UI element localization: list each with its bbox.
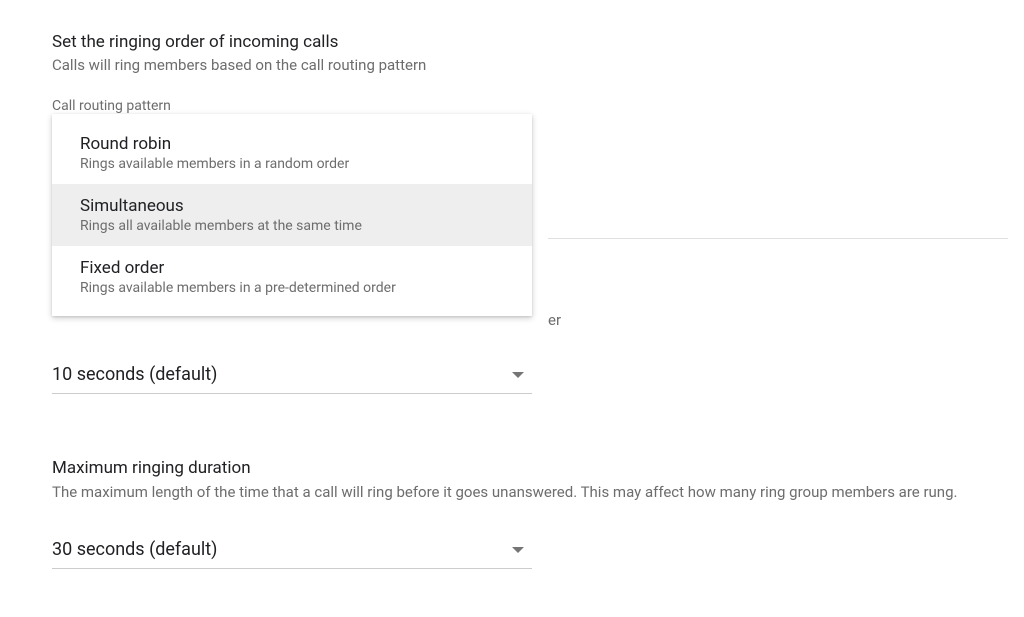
routing-option-simultaneous[interactable]: Simultaneous Rings all available members…	[52, 184, 532, 246]
call-routing-pattern-dropdown[interactable]: Round robin Rings available members in a…	[52, 114, 532, 324]
option-desc: Rings available members in a random orde…	[80, 156, 504, 172]
option-title: Simultaneous	[80, 196, 504, 216]
routing-option-fixed-order[interactable]: Fixed order Rings available members in a…	[52, 246, 532, 308]
max-ringing-duration-desc: The maximum length of the time that a ca…	[52, 482, 972, 503]
call-routing-pattern-menu: Round robin Rings available members in a…	[52, 114, 532, 316]
call-routing-pattern-label: Call routing pattern	[52, 98, 972, 114]
caret-down-icon	[512, 372, 524, 378]
caret-down-icon	[512, 547, 524, 553]
divider	[548, 238, 1008, 239]
option-desc: Rings available members in a pre-determi…	[80, 280, 504, 296]
ring-duration-select[interactable]: 10 seconds (default)	[52, 362, 532, 394]
option-desc: Rings all available members at the same …	[80, 218, 504, 234]
ringing-order-subtext: Calls will ring members based on the cal…	[52, 56, 972, 74]
max-duration-select[interactable]: 30 seconds (default)	[52, 537, 532, 569]
ring-duration-value: 10 seconds (default)	[52, 364, 217, 385]
ringing-order-heading: Set the ringing order of incoming calls	[52, 32, 972, 52]
option-title: Round robin	[80, 134, 504, 154]
option-title: Fixed order	[80, 258, 504, 278]
routing-option-round-robin[interactable]: Round robin Rings available members in a…	[52, 122, 532, 184]
max-duration-value: 30 seconds (default)	[52, 539, 217, 560]
max-ringing-duration-heading: Maximum ringing duration	[52, 458, 972, 478]
partial-hidden-text: er	[548, 311, 561, 329]
